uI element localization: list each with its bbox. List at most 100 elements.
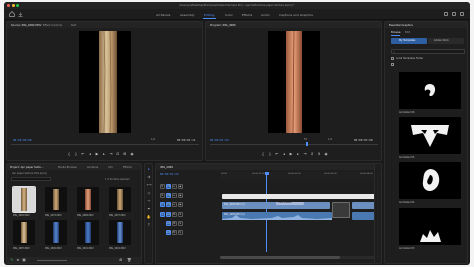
overwrite-icon[interactable]: ⊞	[123, 152, 127, 156]
adobe-fonts-checkbox[interactable]	[391, 63, 394, 66]
lock-icon[interactable]: ⊔	[172, 184, 177, 189]
source-video-frame[interactable]	[79, 31, 131, 133]
lock-icon[interactable]: ⊔	[172, 202, 177, 207]
scrollbar-thumb[interactable]	[220, 256, 340, 259]
workspace-tab-effects[interactable]: Effects	[242, 13, 252, 17]
eye-icon[interactable]: ◉	[178, 184, 183, 189]
tab-text[interactable]: Text	[71, 24, 76, 27]
step-forward-icon[interactable]: ▸	[296, 152, 300, 156]
target-a2-button[interactable]: A2	[166, 221, 171, 226]
workspace-tab-editing[interactable]: Editing	[204, 13, 214, 17]
tab-project[interactable]: Project: Apr paper textu...	[10, 166, 44, 169]
target-v2-button[interactable]: V2	[166, 193, 171, 198]
solo-icon[interactable]: S	[178, 221, 183, 226]
solo-icon[interactable]: S	[178, 212, 183, 217]
source-patch-a1[interactable]: A	[160, 212, 165, 217]
tab-effects[interactable]: Effects	[123, 166, 132, 169]
playhead-handle[interactable]	[264, 172, 269, 175]
selection-tool-icon[interactable]: ▸	[147, 167, 152, 172]
play-icon[interactable]: ▶	[95, 152, 99, 156]
step-back-icon[interactable]: ◂	[282, 152, 286, 156]
slip-tool-icon[interactable]: ⇿	[147, 199, 152, 204]
import-icon[interactable]	[18, 12, 23, 17]
tab-source[interactable]: Source: IMG_4082.MOV	[11, 24, 41, 27]
tab-media-browser[interactable]: Media Browser	[58, 166, 77, 169]
workspace-tab-audio[interactable]: Audio	[261, 13, 270, 17]
toggle-sync-lock-icon[interactable]: ⇅	[160, 193, 165, 198]
hand-tool-icon[interactable]: ✋	[147, 215, 152, 220]
project-item-8[interactable]	[109, 220, 131, 245]
target-v3-button[interactable]: V3	[166, 184, 171, 189]
mute-icon[interactable]: M	[172, 230, 177, 235]
a1-clip[interactable]: IMG_4089.MOV [A]	[222, 212, 332, 220]
project-item-2[interactable]	[45, 187, 67, 212]
extract-icon[interactable]: ⊻	[317, 152, 321, 156]
mark-out-icon[interactable]: }	[74, 152, 78, 156]
tab-program[interactable]: Program: IMG_4089	[210, 24, 236, 27]
my-templates-button[interactable]: My Templates	[391, 38, 427, 44]
go-to-in-icon[interactable]: ⇤	[81, 152, 85, 156]
solo-icon[interactable]: S	[178, 230, 183, 235]
project-item-5[interactable]	[13, 220, 35, 245]
source-patch-v1[interactable]: V	[160, 202, 165, 207]
mark-in-icon[interactable]: {	[67, 152, 71, 156]
target-a1-button[interactable]: A1	[166, 212, 171, 217]
pen-tool-icon[interactable]: ✒	[147, 207, 152, 212]
template-thumb-3[interactable]	[399, 162, 461, 199]
template-thumb-4[interactable]	[399, 208, 461, 245]
program-current-timecode[interactable]: 00:00:01:24	[210, 138, 229, 142]
target-v1-button[interactable]: V1	[166, 202, 171, 207]
share-icon[interactable]	[444, 12, 449, 16]
list-view-icon[interactable]: ≡	[16, 258, 20, 262]
local-templates-checkbox[interactable]	[391, 57, 394, 60]
new-item-icon[interactable]: ⊞	[119, 258, 123, 262]
program-zoom-select[interactable]: Fit	[304, 138, 307, 141]
step-back-icon[interactable]: ◂	[88, 152, 92, 156]
project-item-3[interactable]	[77, 187, 99, 212]
template-thumb-1[interactable]	[399, 72, 461, 109]
play-icon[interactable]: ▶	[289, 152, 293, 156]
project-item-4[interactable]	[109, 187, 131, 212]
program-video-frame[interactable]	[268, 31, 320, 133]
mark-in-icon[interactable]: {	[261, 152, 265, 156]
project-item-1[interactable]	[12, 186, 36, 213]
workspace-tab-assembly[interactable]: Assembly	[180, 13, 194, 17]
workspace-tab-color[interactable]: Color	[225, 13, 233, 17]
workspace-tab-captions-graphics[interactable]: Captions and Graphics	[279, 13, 313, 17]
program-page-indicator[interactable]: 1/2	[328, 138, 332, 141]
mark-out-icon[interactable]: }	[268, 152, 272, 156]
adobe-stock-button[interactable]: Adobe Stock	[428, 38, 464, 44]
tab-libraries[interactable]: Libraries	[87, 166, 98, 169]
export-frame-icon[interactable]: ◉	[130, 152, 134, 156]
toggle-sync-lock-icon[interactable]: ⇅	[160, 184, 165, 189]
cross-dissolve-transition[interactable]: Cross Dissolve	[276, 202, 304, 205]
new-bin-icon[interactable]: ✎	[10, 258, 14, 262]
razor-tool-icon[interactable]: ◇	[147, 191, 152, 196]
project-item-6[interactable]	[45, 220, 67, 245]
workspace-tab-all-panels[interactable]: All Panels	[156, 13, 170, 17]
mute-icon[interactable]: M	[172, 212, 177, 217]
home-icon[interactable]	[9, 11, 15, 17]
insert-icon[interactable]: ⊡	[116, 152, 120, 156]
program-playhead[interactable]	[306, 142, 308, 146]
v1-dark-clip[interactable]	[332, 202, 350, 218]
tab-edit[interactable]: Edit	[405, 31, 410, 34]
v2-white-bar-clip[interactable]	[222, 194, 380, 199]
trash-icon[interactable]: 🗑	[127, 258, 131, 262]
timeline-ruler[interactable]: 00:00 00:00:01:00 00:00:02:00 00:00:03:0…	[220, 172, 381, 180]
go-to-in-icon[interactable]: ⇤	[275, 152, 279, 156]
template-thumb-2[interactable]	[399, 117, 461, 154]
target-a3-button[interactable]: A3	[166, 230, 171, 235]
fullscreen-icon[interactable]	[452, 12, 457, 16]
timeline-horizontal-scrollbar[interactable]	[220, 256, 380, 259]
source-page-indicator[interactable]: 1/2	[151, 138, 155, 141]
tab-effect-controls[interactable]: Effect Controls	[43, 24, 62, 27]
tab-sequence[interactable]: IMG_4089	[160, 166, 173, 169]
icon-view-icon[interactable]: ▦	[22, 258, 26, 262]
lock-icon[interactable]: ⊔	[172, 193, 177, 198]
source-scrub-bar[interactable]	[11, 144, 199, 145]
export-frame-icon[interactable]: ◉	[324, 152, 328, 156]
tab-info[interactable]: Info	[108, 166, 113, 169]
project-item-7[interactable]	[77, 220, 99, 245]
mute-icon[interactable]: M	[172, 221, 177, 226]
